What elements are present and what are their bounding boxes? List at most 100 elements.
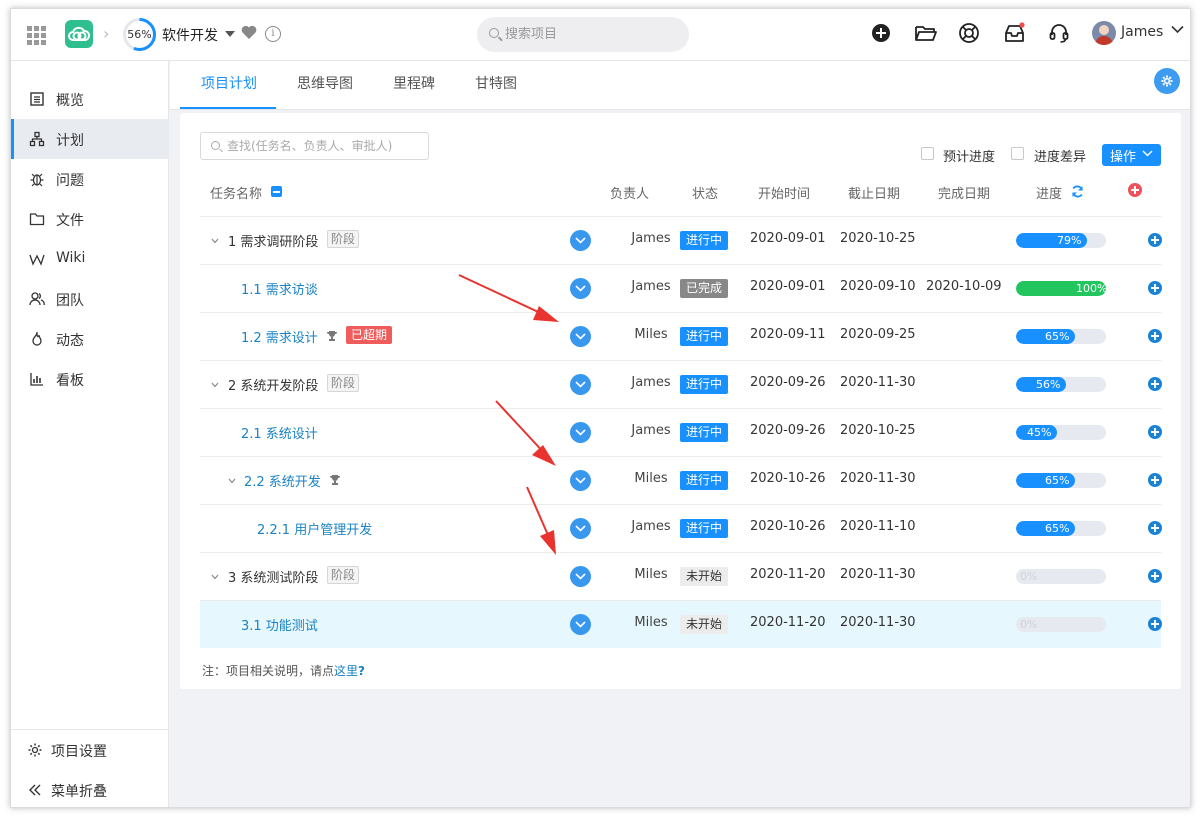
row-dropdown-button[interactable] xyxy=(570,566,591,587)
column-header-deadline: 截止日期 xyxy=(848,187,901,202)
task-name[interactable]: 3.1 功能测试 xyxy=(241,615,318,634)
operation-button[interactable]: 操作 xyxy=(1102,144,1161,166)
table-row[interactable]: 2 系统开发阶段 阶段 James 进行中 2020-09-26 2020-11-30 56… xyxy=(200,360,1162,408)
top-bar: › 56% 软件开发 i 搜索项目 James xyxy=(11,9,1190,61)
table-row[interactable]: 1 需求调研阶段 阶段 James 进行中 2020-09-01 2020-10-25 79… xyxy=(200,216,1162,264)
inbox-icon[interactable] xyxy=(1003,22,1027,46)
row-dropdown-button[interactable] xyxy=(570,230,591,251)
chevron-down-icon[interactable] xyxy=(228,477,236,485)
row-dropdown-button[interactable] xyxy=(570,278,591,299)
apps-grid-icon[interactable] xyxy=(27,26,47,45)
sidebar-item-files[interactable]: 文件 xyxy=(11,199,169,239)
sidebar-item-board[interactable]: 看板 xyxy=(11,359,169,399)
expected-progress-checkbox[interactable] xyxy=(921,147,934,160)
collapse-all-icon[interactable] xyxy=(271,186,282,197)
settings-gear-button[interactable] xyxy=(1154,68,1180,94)
chevron-down-icon xyxy=(575,429,586,436)
avatar[interactable] xyxy=(1092,21,1116,45)
add-subtask-icon[interactable] xyxy=(1148,329,1162,343)
chevron-down-icon xyxy=(575,333,586,340)
plan-tree-icon xyxy=(29,131,45,147)
chevron-down-icon[interactable] xyxy=(211,237,219,245)
tab-project-plan[interactable]: 项目计划 xyxy=(201,73,257,93)
status-badge: 已完成 xyxy=(680,279,729,298)
task-name[interactable]: 1.1 需求访谈 xyxy=(241,279,318,298)
add-subtask-icon[interactable] xyxy=(1148,425,1162,439)
task-filter-input[interactable] xyxy=(227,133,425,159)
add-subtask-icon[interactable] xyxy=(1148,569,1162,583)
search-input[interactable] xyxy=(505,17,685,52)
column-header-status: 状态 xyxy=(692,187,719,202)
table-row[interactable]: 3 系统测试阶段 阶段 Miles 未开始 2020-11-20 2020-11-30 0% xyxy=(200,552,1162,600)
tab-gantt[interactable]: 甘特图 xyxy=(475,73,517,93)
table-row[interactable]: 3.1 功能测试 Miles 未开始 2020-11-20 2020-11-30 0% xyxy=(200,600,1162,648)
add-subtask-icon[interactable] xyxy=(1148,377,1162,391)
row-dropdown-button[interactable] xyxy=(570,374,591,395)
phase-tag: 阶段 xyxy=(327,566,360,584)
sidebar-item-plan[interactable]: 计划 xyxy=(11,119,169,159)
table-row[interactable]: 1.2 需求设计 已超期 Miles 进行中 2020-09-11 2020-09-25 6… xyxy=(200,312,1162,360)
add-subtask-icon[interactable] xyxy=(1148,233,1162,247)
project-name[interactable]: 软件开发 xyxy=(162,25,218,45)
table-row[interactable]: 2.2.1 用户管理开发 James 进行中 2020-10-26 2020-11-10… xyxy=(200,504,1162,552)
chevron-down-icon[interactable] xyxy=(1171,25,1184,34)
info-icon[interactable]: i xyxy=(265,26,281,42)
heart-icon[interactable] xyxy=(241,25,257,44)
cloud-logo-icon[interactable] xyxy=(65,20,93,48)
chevron-down-icon[interactable] xyxy=(211,381,219,389)
help-lifebuoy-icon[interactable] xyxy=(958,22,982,46)
overdue-badge: 已超期 xyxy=(346,326,393,344)
progress-bar: 0% xyxy=(1016,617,1106,632)
chevron-down-icon[interactable] xyxy=(211,573,219,581)
project-dropdown-caret-icon[interactable] xyxy=(225,31,235,37)
progress-bar: 0% xyxy=(1016,569,1106,584)
footer-note-link[interactable]: 这里 xyxy=(334,664,358,678)
row-dropdown-button[interactable] xyxy=(570,326,591,347)
column-header-finished: 完成日期 xyxy=(938,187,991,202)
folder-open-icon[interactable] xyxy=(914,22,938,46)
status-badge: 进行中 xyxy=(680,375,729,394)
project-settings-button[interactable]: 项目设置 xyxy=(11,730,169,770)
headset-icon[interactable] xyxy=(1048,22,1072,46)
sidebar-item-activity[interactable]: 动态 xyxy=(11,319,169,359)
sidebar-item-overview[interactable]: 概览 xyxy=(11,79,169,119)
table-row[interactable]: 1.1 需求访谈 James 已完成 2020-09-01 2020-09-10 2020… xyxy=(200,264,1162,312)
table-row[interactable]: 2.2 系统开发 Miles 进行中 2020-10-26 2020-11-30 65% xyxy=(200,456,1162,504)
add-subtask-icon[interactable] xyxy=(1148,521,1162,535)
task-filter[interactable] xyxy=(200,132,429,160)
add-subtask-icon[interactable] xyxy=(1148,473,1162,487)
progress-diff-checkbox[interactable] xyxy=(1011,147,1024,160)
task-name[interactable]: 2.2 系统开发 xyxy=(244,471,321,490)
refresh-icon[interactable] xyxy=(1071,185,1084,202)
task-name[interactable]: 2.1 系统设计 xyxy=(241,423,318,442)
row-dropdown-button[interactable] xyxy=(570,614,591,635)
row-dropdown-button[interactable] xyxy=(570,422,591,443)
sidebar: 概览 计划 问题 文件 Wiki 团队 动态 看板 项目设置 菜单折叠 xyxy=(11,61,169,807)
add-subtask-icon[interactable] xyxy=(1148,617,1162,631)
deadline-date: 2020-11-10 xyxy=(840,519,916,534)
add-circle-icon[interactable] xyxy=(870,22,894,46)
expected-progress-label: 预计进度 xyxy=(943,150,996,165)
row-dropdown-button[interactable] xyxy=(570,518,591,539)
collapse-menu-button[interactable]: 菜单折叠 xyxy=(11,770,169,807)
start-date: 2020-10-26 xyxy=(750,471,826,486)
sidebar-item-team[interactable]: 团队 xyxy=(11,279,169,319)
tab-mind-map[interactable]: 思维导图 xyxy=(297,73,353,93)
footer-note-question[interactable]: ? xyxy=(358,664,365,678)
sidebar-item-issues[interactable]: 问题 xyxy=(11,159,169,199)
collapse-menu-label: 菜单折叠 xyxy=(51,784,107,800)
activity-icon xyxy=(32,331,42,346)
row-dropdown-button[interactable] xyxy=(570,470,591,491)
add-task-icon[interactable] xyxy=(1128,183,1142,197)
user-name: James xyxy=(1121,24,1164,40)
task-name[interactable]: 1.2 需求设计 xyxy=(241,327,318,346)
add-subtask-icon[interactable] xyxy=(1148,281,1162,295)
start-date: 2020-11-20 xyxy=(750,567,826,582)
plan-tabs: 项目计划 思维导图 里程碑 甘特图 xyxy=(170,61,1190,110)
sidebar-item-wiki[interactable]: Wiki xyxy=(11,239,169,279)
task-name[interactable]: 2.2.1 用户管理开发 xyxy=(257,519,372,538)
table-row[interactable]: 2.1 系统设计 James 进行中 2020-09-26 2020-10-25 45% xyxy=(200,408,1162,456)
app-window: › 56% 软件开发 i 搜索项目 James 概览 计划 问题 文件 Wiki… xyxy=(10,8,1191,808)
tab-milestones[interactable]: 里程碑 xyxy=(393,73,435,93)
project-search[interactable] xyxy=(477,17,689,52)
